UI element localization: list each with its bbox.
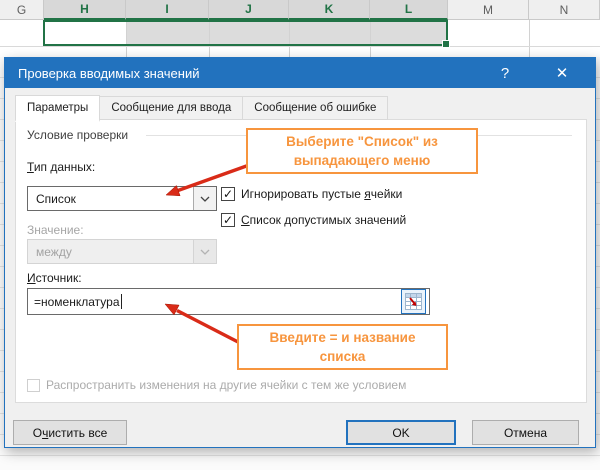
column-header-l[interactable]: L bbox=[370, 0, 448, 20]
clear-all-label: Очистить все bbox=[33, 426, 108, 440]
label-part: С bbox=[241, 213, 250, 227]
data-validation-dialog: Проверка вводимых значений ? ✕ Параметры… bbox=[4, 57, 596, 448]
column-header-k[interactable]: K bbox=[289, 0, 370, 20]
label-part: истить все bbox=[48, 425, 108, 440]
data-type-label-rest: ип данных: bbox=[33, 160, 96, 174]
callout-select-list: Выберите "Список" из выпадающего меню bbox=[246, 128, 478, 174]
label-part: О bbox=[32, 425, 43, 440]
dialog-tabs: Параметры Сообщение для ввода Сообщение … bbox=[15, 95, 389, 122]
data-type-label: Тип данных: bbox=[27, 160, 95, 174]
checkbox-ignore-blank-label: Игнорировать пустые ячейки bbox=[241, 187, 402, 201]
clear-all-button[interactable]: Очистить все bbox=[13, 420, 127, 445]
data-type-dropdown[interactable]: Список bbox=[27, 186, 217, 211]
selection-border bbox=[43, 20, 450, 48]
label-part: писок допустимых значений bbox=[249, 213, 407, 227]
help-icon[interactable]: ? bbox=[485, 58, 525, 88]
source-input-value: =номенклатура bbox=[34, 294, 120, 309]
source-label: Источник: bbox=[27, 271, 82, 285]
checkbox-ignore-blank[interactable]: ✓ Игнорировать пустые ячейки bbox=[221, 187, 402, 201]
group-label-validation-condition: Условие проверки bbox=[27, 128, 129, 142]
column-header-j[interactable]: J bbox=[209, 0, 289, 20]
data-type-value: Список bbox=[36, 191, 76, 206]
text-caret bbox=[120, 294, 122, 309]
column-header-m[interactable]: M bbox=[448, 0, 529, 20]
checkbox-checked-icon: ✓ bbox=[221, 187, 235, 201]
source-label-rest: сточник: bbox=[35, 271, 82, 285]
source-label-key: И bbox=[27, 271, 36, 285]
callout-line: Выберите "Список" из bbox=[286, 134, 438, 149]
close-icon[interactable]: ✕ bbox=[542, 58, 582, 88]
gridline bbox=[0, 46, 600, 47]
cancel-button[interactable]: Отмена bbox=[472, 420, 579, 445]
checkbox-in-cell-dropdown-label: Список допустимых значений bbox=[241, 213, 406, 227]
tab-error-message[interactable]: Сообщение об ошибке bbox=[242, 96, 389, 120]
range-selector-icon bbox=[405, 293, 422, 310]
callout-line: выпадающего меню bbox=[293, 153, 431, 168]
checkbox-unchecked-icon bbox=[27, 378, 40, 392]
chevron-down-icon bbox=[193, 240, 216, 263]
value-dropdown-value: между bbox=[36, 244, 72, 259]
data-type-label-key: Т bbox=[27, 160, 34, 174]
column-header-n[interactable]: N bbox=[529, 0, 600, 20]
callout-line: списка bbox=[319, 349, 366, 364]
source-input[interactable]: =номенклатура bbox=[27, 288, 430, 315]
callout-line: Введите = и название bbox=[269, 330, 416, 345]
spreadsheet-top: G H I J K L M N bbox=[0, 0, 600, 57]
dialog-title: Проверка вводимых значений bbox=[18, 65, 200, 81]
gridline bbox=[529, 20, 530, 57]
column-header-g[interactable]: G bbox=[0, 0, 44, 20]
ok-button[interactable]: OK bbox=[346, 420, 456, 445]
value-label: Значение: bbox=[27, 223, 84, 237]
checkbox-in-cell-dropdown[interactable]: ✓ Список допустимых значений bbox=[221, 213, 406, 227]
chevron-down-icon bbox=[193, 187, 216, 210]
dialog-titlebar[interactable]: Проверка вводимых значений ? ✕ bbox=[5, 58, 595, 88]
checkbox-apply-to-all: Распространить изменения на другие ячейк… bbox=[27, 378, 406, 392]
range-selector-button[interactable] bbox=[401, 289, 426, 314]
callout-enter-source: Введите = и название списка bbox=[237, 324, 448, 370]
column-header-i[interactable]: I bbox=[126, 0, 209, 20]
fill-handle[interactable] bbox=[442, 40, 450, 48]
tab-input-message[interactable]: Сообщение для ввода bbox=[99, 96, 244, 120]
column-header-h[interactable]: H bbox=[44, 0, 126, 20]
tab-parameters[interactable]: Параметры bbox=[15, 95, 101, 122]
label-part: чейки bbox=[370, 187, 403, 201]
checkbox-checked-icon: ✓ bbox=[221, 213, 235, 227]
checkbox-apply-to-all-label: Распространить изменения на другие ячейк… bbox=[46, 378, 407, 392]
value-dropdown-disabled: между bbox=[27, 239, 217, 264]
label-part: Игнорировать пустые bbox=[241, 187, 365, 201]
